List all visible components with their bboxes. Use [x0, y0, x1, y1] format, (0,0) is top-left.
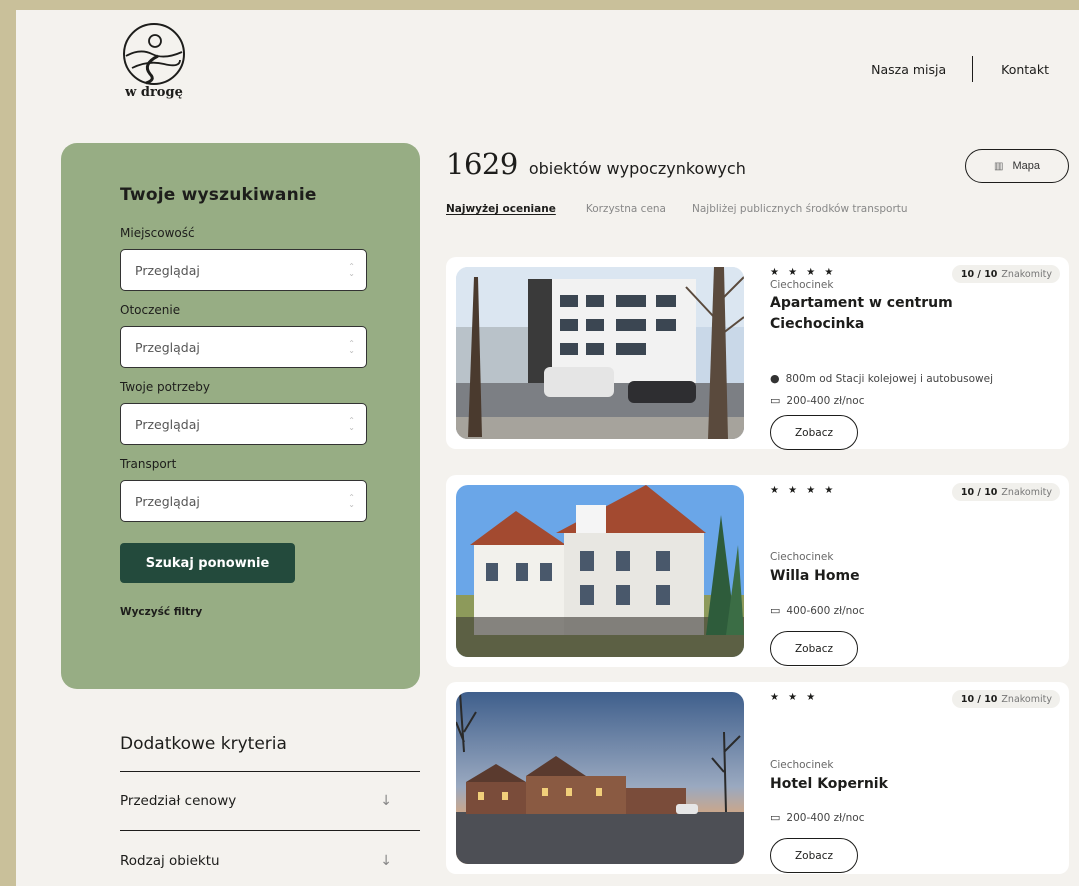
surroundings-select-value: Przeglądaj — [135, 339, 200, 355]
listing-distance: ● 800m od Stacji kolejowej i autobusowej — [770, 372, 993, 385]
listing-info: ★ ★ ★ ★ 10 / 10 Znakomity Ciechocinek Wi… — [770, 475, 1060, 667]
location-select[interactable]: Przeglądaj ⌃ ⌄ — [120, 249, 367, 291]
field-label-needs: Twoje potrzeby — [120, 380, 211, 394]
listing-title[interactable]: Willa Home — [770, 566, 1010, 587]
listing-card[interactable]: ★ ★ ★ ★ 10 / 10 Znakomity Ciechocinek Ap… — [446, 257, 1069, 450]
rating-badge: 10 / 10 Znakomity — [951, 690, 1060, 708]
criteria-label: Rodzaj obiektu — [120, 852, 220, 869]
surroundings-select[interactable]: Przeglądaj ⌃ ⌄ — [120, 326, 367, 368]
rating-score: 10 / 10 — [960, 486, 998, 498]
field-label-location: Miejscowość — [120, 226, 195, 240]
listing-card[interactable]: ★ ★ ★ 10 / 10 Znakomity Ciechocinek Hote… — [446, 682, 1069, 874]
top-navigation: Nasza misja Kontakt — [871, 56, 1049, 82]
field-label-surroundings: Otoczenie — [120, 303, 181, 317]
field-label-transport: Transport — [120, 457, 177, 471]
location-pin-icon: ● — [770, 372, 780, 385]
transport-select-value: Przeglądaj — [135, 493, 200, 509]
wallet-icon: ▭ — [770, 604, 781, 617]
wallet-icon: ▭ — [770, 811, 781, 824]
distance-text: 800m od Stacji kolejowej i autobusowej — [785, 372, 994, 385]
results-count: 1629 — [446, 147, 518, 181]
listing-title[interactable]: Apartament w centrum Ciechocinka — [770, 293, 1010, 335]
nav-link-mission[interactable]: Nasza misja — [871, 62, 946, 77]
search-panel-title: Twoje wyszukiwanie — [120, 185, 317, 205]
search-again-button[interactable]: Szukaj ponownie — [120, 543, 295, 583]
sort-tab-top-rated[interactable]: Najwyżej oceniane — [446, 203, 556, 215]
rating-badge: 10 / 10 Znakomity — [951, 265, 1060, 283]
select-arrows-icon: ⌃ ⌄ — [348, 262, 355, 278]
sort-tabs: Najwyżej oceniane Korzystna cena Najbliż… — [446, 203, 934, 215]
map-icon: ▥ — [994, 160, 1004, 172]
logo-text: w drogę — [125, 85, 183, 100]
nav-divider — [972, 56, 974, 82]
listing-card[interactable]: ★ ★ ★ ★ 10 / 10 Znakomity Ciechocinek Wi… — [446, 475, 1069, 667]
results-count-label: obiektów wypoczynkowych — [528, 159, 746, 178]
select-arrows-icon: ⌃ ⌄ — [348, 339, 355, 355]
results-header: 1629 obiektów wypoczynkowych — [446, 147, 746, 181]
listing-photo[interactable] — [456, 485, 744, 657]
see-listing-button[interactable]: Zobacz — [770, 415, 858, 450]
listing-photo[interactable] — [456, 692, 744, 864]
listing-price: ▭ 400-600 zł/noc — [770, 604, 865, 617]
rating-score: 10 / 10 — [960, 693, 998, 705]
search-panel: Twoje wyszukiwanie Miejscowość Przegląda… — [61, 143, 420, 689]
sort-tab-best-price[interactable]: Korzystna cena — [586, 203, 666, 215]
see-listing-button[interactable]: Zobacz — [770, 631, 858, 666]
logo[interactable]: w drogę — [114, 22, 194, 100]
listing-city: Ciechocinek — [770, 279, 834, 291]
listing-price: ▭ 200-400 zł/noc — [770, 811, 865, 824]
rating-label: Znakomity — [1001, 486, 1052, 498]
star-rating: ★ ★ ★ ★ — [770, 485, 837, 496]
listing-info: ★ ★ ★ 10 / 10 Znakomity Ciechocinek Hote… — [770, 682, 1060, 874]
listing-title[interactable]: Hotel Kopernik — [770, 774, 1010, 795]
listing-price: ▭ 200-400 zł/noc — [770, 394, 865, 407]
nav-link-contact[interactable]: Kontakt — [1001, 62, 1049, 77]
needs-select[interactable]: Przeglądaj ⌃ ⌄ — [120, 403, 367, 445]
see-listing-button[interactable]: Zobacz — [770, 838, 858, 873]
extra-criteria-title: Dodatkowe kryteria — [120, 734, 420, 772]
transport-select[interactable]: Przeglądaj ⌃ ⌄ — [120, 480, 367, 522]
criteria-property-type[interactable]: Rodzaj obiektu ↓ — [120, 831, 420, 886]
star-rating: ★ ★ ★ ★ — [770, 267, 837, 278]
needs-select-value: Przeglądaj — [135, 416, 200, 432]
listing-info: ★ ★ ★ ★ 10 / 10 Znakomity Ciechocinek Ap… — [770, 257, 1060, 450]
criteria-label: Przedział cenowy — [120, 793, 237, 809]
clear-filters-link[interactable]: Wyczyść filtry — [120, 606, 420, 618]
criteria-price-range[interactable]: Przedział cenowy ↓ — [120, 772, 420, 831]
rating-score: 10 / 10 — [960, 268, 998, 280]
map-button-label: Mapa — [1012, 160, 1040, 172]
listing-city: Ciechocinek — [770, 759, 834, 771]
rating-label: Znakomity — [1001, 693, 1052, 705]
price-text: 400-600 zł/noc — [786, 604, 865, 617]
sort-tab-nearest-transport[interactable]: Najbliżej publicznych środków transportu — [692, 203, 908, 215]
page: w drogę Nasza misja Kontakt Twoje wyszuk… — [16, 10, 1079, 886]
select-arrows-icon: ⌃ ⌄ — [348, 493, 355, 509]
price-text: 200-400 zł/noc — [786, 394, 865, 407]
arrow-down-icon: ↓ — [380, 793, 392, 809]
rating-badge: 10 / 10 Znakomity — [951, 483, 1060, 501]
arrow-down-icon: ↓ — [380, 852, 392, 869]
map-button[interactable]: ▥ Mapa — [965, 149, 1069, 183]
wallet-icon: ▭ — [770, 394, 781, 407]
listing-city: Ciechocinek — [770, 551, 834, 563]
select-arrows-icon: ⌃ ⌄ — [348, 416, 355, 432]
location-select-value: Przeglądaj — [135, 262, 200, 278]
star-rating: ★ ★ ★ — [770, 692, 819, 703]
rating-label: Znakomity — [1001, 268, 1052, 280]
listing-photo[interactable] — [456, 267, 744, 439]
price-text: 200-400 zł/noc — [786, 811, 865, 824]
logo-emblem-icon — [123, 23, 185, 85]
extra-criteria: Dodatkowe kryteria Przedział cenowy ↓ Ro… — [120, 734, 420, 886]
